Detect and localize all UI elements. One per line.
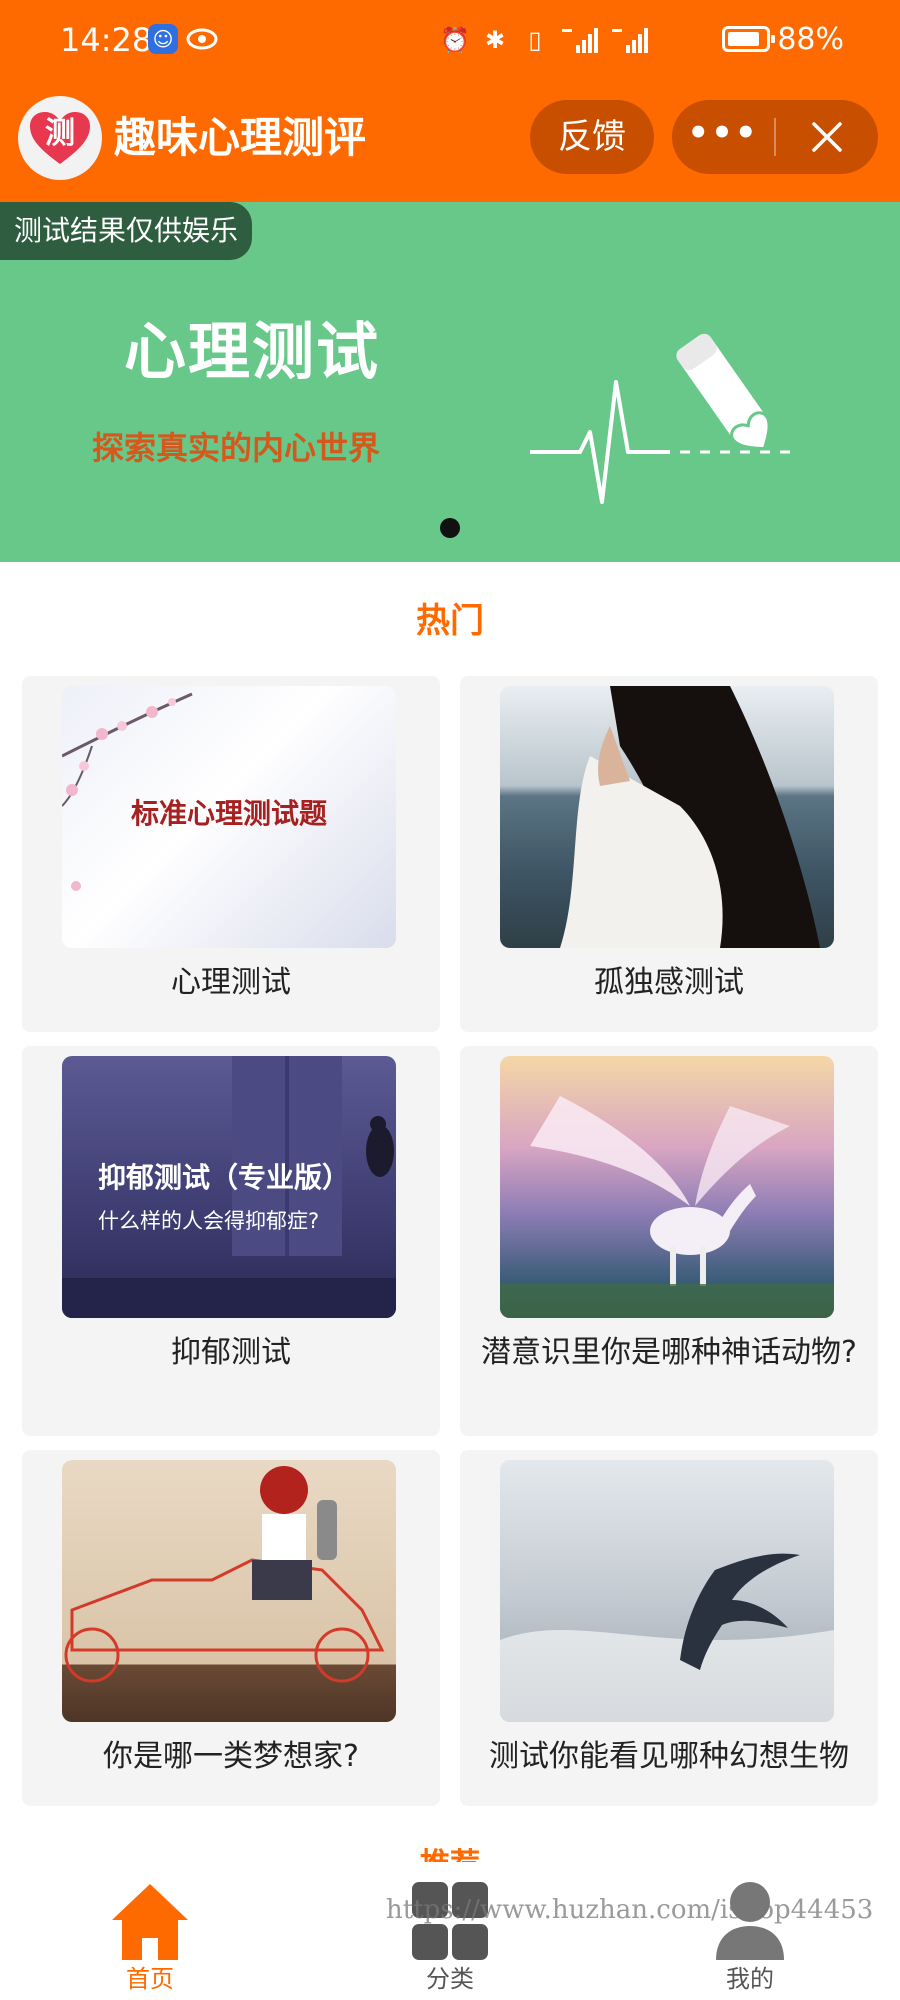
tab-category[interactable]: 分类 [370,1862,530,2000]
watermark-text: https://www.huzhan.com/ishop44453 [386,1895,874,1925]
disclaimer-badge: 测试结果仅供娱乐 [0,202,253,260]
card-thumbnail [500,1056,834,1318]
test-card[interactable]: 你是哪一类梦想家? [22,1450,440,1806]
mermaid-tail-illustration [500,1553,834,1722]
status-icons: ⏰ ✱ ▯ [440,22,650,58]
bottom-tab-bar: 首页 分类 我的 [0,1862,900,2000]
pegasus-fantasy-illustration [500,1096,834,1318]
app-page: 14:28 ☺ ⏰ ✱ ▯ 88% 测 趣味心理测评 反馈 ••• 心理测试 探… [0,0,900,2000]
tab-label: 首页 [126,1965,174,1993]
status-bar: 14:28 ☺ ⏰ ✱ ▯ 88% [0,0,900,80]
card-title: 抑郁测试 [171,1335,291,1370]
feedback-button[interactable]: 反馈 [530,100,654,174]
thumbnail-subcaption: 什么样的人会得抑郁症? [98,1209,320,1233]
tab-home[interactable]: 首页 [70,1862,230,2000]
test-card[interactable]: 潜意识里你是哪种神话动物? [460,1046,878,1436]
tab-label: 我的 [726,1965,774,1993]
card-thumbnail: 标准心理测试题 [62,686,396,948]
thumbnail-caption: 抑郁测试（专业版） [98,1161,351,1194]
app-logo: 测 [18,96,102,180]
dreamer-kid-illustration [64,1466,385,1683]
status-time: 14:28 [60,21,153,59]
banner-subtitle: 探索真实的内心世界 [92,429,381,467]
card-title: 心理测试 [171,965,291,1000]
close-icon [812,122,842,152]
app-header: 测 趣味心理测评 反馈 ••• [0,90,900,200]
more-options-button[interactable]: ••• [672,100,774,174]
card-title: 孤独感测试 [594,965,744,1000]
tab-label: 分类 [426,1965,474,1993]
heartbeat-pencil-illustration [530,333,800,504]
app-notification-icon: ☺ [148,24,178,54]
tab-profile[interactable]: 我的 [670,1862,830,2000]
bluetooth-icon: ✱ [484,26,506,54]
home-icon [112,1884,188,1960]
card-title: 你是哪一类梦想家? [103,1739,359,1774]
logo-text: 测 [45,116,75,151]
card-thumbnail [500,1460,834,1722]
test-card[interactable]: 孤独感测试 [460,676,878,1032]
battery-percent: 88% [777,22,844,57]
card-thumbnail: 抑郁测试（专业版） 什么样的人会得抑郁症? [62,1056,396,1318]
battery-icon [722,26,775,52]
test-card[interactable]: 标准心理测试题 心理测试 [22,676,440,1032]
vibrate-icon: ▯ [528,26,542,54]
lonely-girl-photo [560,686,820,948]
app-title: 趣味心理测评 [114,113,367,162]
thumbnail-caption: 标准心理测试题 [130,797,327,830]
card-title: 测试你能看见哪种幻想生物 [489,1739,849,1774]
card-thumbnail [62,1460,396,1722]
card-title: 潜意识里你是哪种神话动物? [481,1335,857,1370]
section-heading-hot: 热门 [416,601,484,641]
banner-title: 心理测试 [124,315,381,388]
test-card[interactable]: 抑郁测试（专业版） 什么样的人会得抑郁症? 抑郁测试 [22,1046,440,1436]
signal-4g-icon [562,28,598,53]
mini-program-capsule: ••• [672,100,878,174]
test-card[interactable]: 测试你能看见哪种幻想生物 [460,1450,878,1806]
top-bar: 14:28 ☺ ⏰ ✱ ▯ 88% 测 趣味心理测评 反馈 ••• [0,0,900,202]
signal-4g-icon [612,28,648,53]
carousel-indicator-dot[interactable] [440,518,460,538]
eye-icon [186,28,218,50]
close-button[interactable] [776,100,878,174]
alarm-icon: ⏰ [440,26,470,54]
card-thumbnail [500,686,834,948]
